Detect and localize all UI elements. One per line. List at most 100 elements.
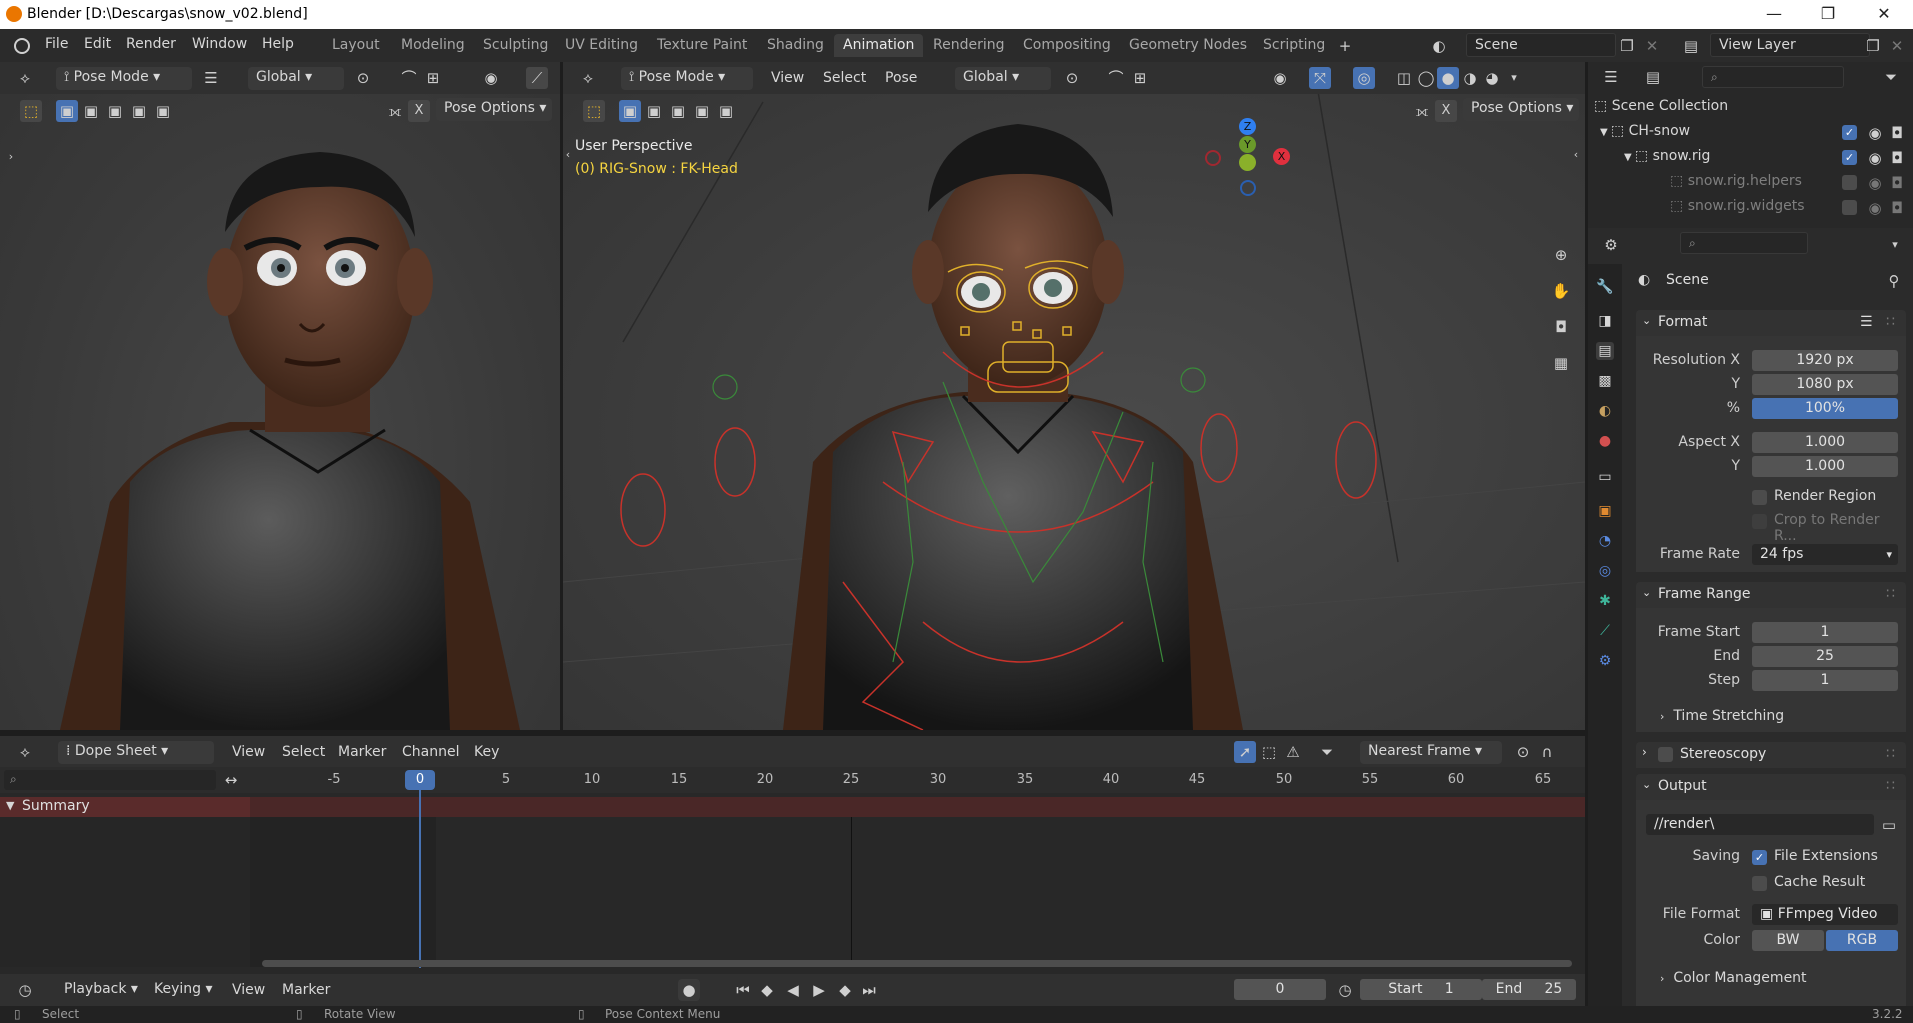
orientation-selector[interactable]: Global ▾ xyxy=(248,67,344,90)
constraint-tab-icon[interactable]: ◎ xyxy=(1596,562,1614,580)
select-mode-extend-icon[interactable]: ▣ xyxy=(80,100,102,122)
menu-edit[interactable]: Edit xyxy=(84,36,111,52)
gizmo-y-axis[interactable]: Y xyxy=(1239,136,1256,153)
drag-handle-icon[interactable]: ∷ xyxy=(1886,586,1895,602)
shading-wireframe-icon[interactable]: ◯ xyxy=(1415,67,1437,89)
frame-ruler[interactable]: ⌕ ↔ -5 0 5 10 15 20 25 30 35 40 45 50 55… xyxy=(0,767,1585,793)
xray-icon[interactable]: ◫ xyxy=(1393,67,1415,89)
world-tab-icon[interactable]: ● xyxy=(1596,432,1614,450)
shading-solid-icon[interactable]: ● xyxy=(1437,67,1459,89)
frame-step-field[interactable]: 1 xyxy=(1752,670,1898,691)
record-icon[interactable]: ● xyxy=(678,979,700,1001)
bone-tab-icon[interactable]: ⟋ xyxy=(1596,622,1614,640)
render-camera-icon[interactable]: ◘ xyxy=(1886,172,1908,194)
select-tool-icon[interactable]: ⬚ xyxy=(20,100,42,122)
snap-mode-dropdown[interactable]: Nearest Frame ▾ xyxy=(1360,741,1502,764)
time-stretching-subpanel[interactable]: › Time Stretching xyxy=(1660,708,1784,724)
falloff-icon[interactable]: ∩ xyxy=(1536,741,1558,763)
tab-scripting[interactable]: Scripting xyxy=(1254,34,1334,57)
gizmo-neg-y[interactable] xyxy=(1239,154,1256,171)
camera-view-icon[interactable]: ◘ xyxy=(1550,316,1572,338)
folder-icon[interactable]: ▭ xyxy=(1878,814,1900,836)
editor-type-icon[interactable]: ◷ xyxy=(14,979,36,1001)
bone-constraint-tab-icon[interactable]: ⚙ xyxy=(1596,652,1614,670)
visibility-eye-icon[interactable]: ◉ xyxy=(1864,122,1886,144)
editor-type-icon[interactable]: ⟡ xyxy=(14,67,36,89)
pin-icon[interactable]: ⚲ xyxy=(1883,270,1905,292)
cache-result-checkbox[interactable] xyxy=(1752,876,1767,891)
menu-render[interactable]: Render xyxy=(126,36,176,52)
tool-tab-icon[interactable]: 🔧 xyxy=(1596,278,1614,296)
shading-rendered-icon[interactable]: ◕ xyxy=(1481,67,1503,89)
render-region-checkbox[interactable] xyxy=(1752,490,1767,505)
tab-sculpting[interactable]: Sculpting xyxy=(474,34,557,57)
channel-search-field[interactable]: ⌕ xyxy=(4,770,216,790)
snap-icon[interactable]: ⌒ xyxy=(398,67,420,89)
tab-animation[interactable]: Animation xyxy=(834,34,924,57)
new-scene-icon[interactable]: ❐ xyxy=(1616,35,1638,57)
render-camera-icon[interactable]: ◘ xyxy=(1886,122,1908,144)
play-reverse-icon[interactable]: ◀ xyxy=(782,979,804,1001)
view-layer-tab-icon[interactable]: ▩ xyxy=(1596,372,1614,390)
prev-keyframe-icon[interactable]: ◆ xyxy=(756,979,778,1001)
render-camera-icon[interactable]: ◘ xyxy=(1886,147,1908,169)
expand-icon[interactable]: ▼ xyxy=(6,799,14,812)
tab-modeling[interactable]: Modeling xyxy=(392,34,474,57)
editor-type-icon[interactable]: ⟡ xyxy=(14,741,36,763)
pivot-icon[interactable]: ⊙ xyxy=(1061,67,1083,89)
hamburger-menu-icon[interactable]: ☰ xyxy=(200,67,222,89)
drag-handle-icon[interactable]: ∷ xyxy=(1886,746,1895,762)
menu-marker[interactable]: Marker xyxy=(338,744,386,760)
maximize-button[interactable]: ❐ xyxy=(1805,2,1851,26)
scene-icon[interactable]: ◐ xyxy=(1428,35,1450,57)
menu-window[interactable]: Window xyxy=(192,36,247,52)
stereoscopy-panel-header[interactable]: › Stereoscopy ∷ xyxy=(1636,742,1906,768)
output-panel-header[interactable]: ⌄ Output ∷ xyxy=(1636,774,1906,800)
output-tab-icon[interactable]: ▤ xyxy=(1596,342,1614,360)
select-mode-intersect-icon[interactable]: ▣ xyxy=(715,100,737,122)
pivot-icon[interactable]: ⊙ xyxy=(352,67,374,89)
aspect-x-field[interactable]: 1.000 xyxy=(1752,432,1898,453)
format-panel-header[interactable]: ⌄ Format ☰ ∷ xyxy=(1636,310,1906,336)
filter-icon[interactable]: ⏷ xyxy=(1880,66,1902,88)
menu-file[interactable]: File xyxy=(45,36,68,52)
physics-tab-icon[interactable]: ✱ xyxy=(1596,592,1614,610)
menu-view[interactable]: View xyxy=(232,744,265,760)
proportional-icon[interactable]: ⊙ xyxy=(1512,741,1534,763)
region-toggle-icon[interactable]: › xyxy=(0,146,22,168)
mode-selector[interactable]: ⟟ Pose Mode ▾ xyxy=(621,67,753,90)
only-selected-icon[interactable]: ➚ xyxy=(1234,741,1256,763)
properties-search[interactable]: ⌕ xyxy=(1680,232,1808,254)
menu-channel[interactable]: Channel xyxy=(402,744,459,760)
frame-start-field[interactable]: 1 xyxy=(1752,622,1898,643)
pose-options-dropdown[interactable]: Pose Options ▾ xyxy=(436,98,552,121)
editor-type-icon[interactable]: ⟡ xyxy=(577,67,599,89)
menu-select[interactable]: Select xyxy=(282,744,325,760)
new-view-layer-icon[interactable]: ❐ xyxy=(1862,35,1884,57)
tab-layout[interactable]: Layout xyxy=(323,34,389,57)
tab-geometry-nodes[interactable]: Geometry Nodes xyxy=(1120,34,1256,57)
preview-range-icon[interactable]: ◷ xyxy=(1334,979,1356,1001)
outliner-row-scene-collection[interactable]: ⬚ Scene Collection xyxy=(1594,98,1909,118)
blender-menu-icon[interactable] xyxy=(14,38,30,54)
resolution-percentage-field[interactable]: 100% xyxy=(1752,398,1898,419)
start-frame-field[interactable]: Start 1 xyxy=(1360,979,1482,1000)
visibility-eye-icon[interactable]: ◉ xyxy=(1864,197,1886,219)
snap-target-icon[interactable]: ⊞ xyxy=(422,67,444,89)
expand-icon[interactable]: ▼ xyxy=(1600,127,1611,138)
stereoscopy-checkbox[interactable] xyxy=(1658,747,1673,762)
play-icon[interactable]: ▶ xyxy=(808,979,830,1001)
mirror-x-button[interactable]: X xyxy=(1435,100,1457,122)
orientation-selector[interactable]: Global ▾ xyxy=(955,67,1051,90)
color-rgb-button[interactable]: RGB xyxy=(1826,930,1898,951)
jump-start-icon[interactable]: ⏮ xyxy=(732,979,754,1001)
visibility-eye-icon[interactable]: ◉ xyxy=(1864,147,1886,169)
file-format-dropdown[interactable]: ▣ FFmpeg Video xyxy=(1752,904,1898,925)
collection-tab-icon[interactable]: ▭ xyxy=(1596,468,1614,486)
left-3d-viewport[interactable]: › xyxy=(0,62,560,730)
delete-scene-icon[interactable]: ✕ xyxy=(1641,35,1663,57)
shading-options-icon[interactable]: ▾ xyxy=(1503,67,1525,89)
shading-material-icon[interactable]: ◑ xyxy=(1459,67,1481,89)
visibility-icon[interactable]: ◉ xyxy=(480,67,502,89)
tab-rendering[interactable]: Rendering xyxy=(924,34,1014,57)
